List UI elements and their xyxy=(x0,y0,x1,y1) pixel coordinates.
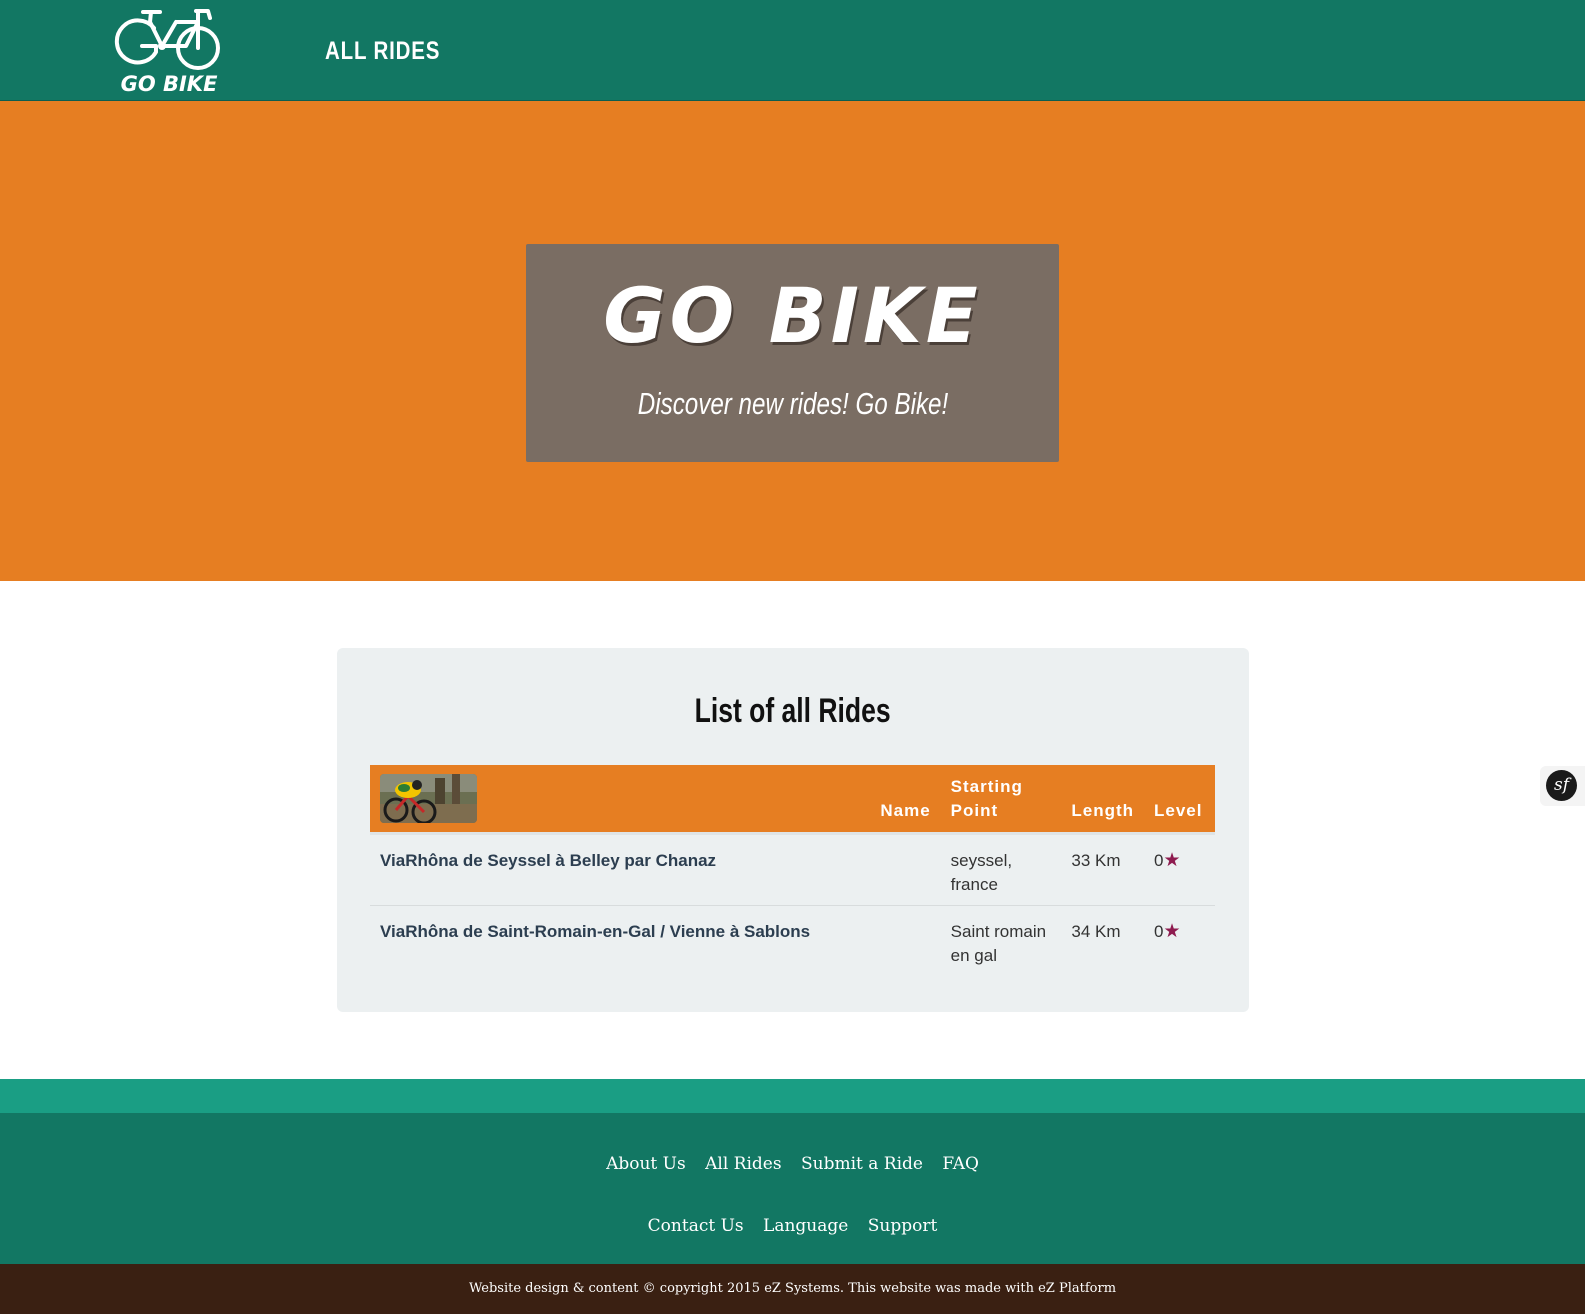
nav-all-rides[interactable]: ALL RIDES xyxy=(325,34,440,68)
ride-name-cell: ViaRhôna de Saint-Romain-en-Gal / Vienne… xyxy=(370,905,941,976)
ride-starting-point: Saint romain en gal xyxy=(941,905,1062,976)
rides-table: Name Starting Point Length Level ViaRhôna… xyxy=(370,765,1215,976)
column-header-starting-point-line1: Starting xyxy=(950,776,1023,796)
ride-starting-point-line1: seyssel, xyxy=(950,850,1013,870)
table-row[interactable]: ViaRhôna de Seyssel à Belley par Chanaz … xyxy=(370,833,1215,905)
hero-banner: GO BIKE Discover new rides! Go Bike! xyxy=(0,101,1585,581)
ride-photo-thumbnail xyxy=(380,774,477,824)
star-icon: ★ xyxy=(1163,849,1181,871)
site-header: GO BIKE ALL RIDES xyxy=(0,0,1585,101)
copyright-text: Website design & content © copyright 201… xyxy=(468,1281,1117,1296)
column-header-starting-point[interactable]: Starting Point xyxy=(940,765,1062,835)
table-header-row: Name Starting Point Length Level xyxy=(370,765,1215,835)
bicycle-icon xyxy=(114,9,220,70)
ride-starting-point-line1: Saint romain xyxy=(950,921,1047,941)
header-image-cell xyxy=(370,765,690,835)
page-title: List of all Rides xyxy=(337,690,1249,732)
ride-length: 33 Km xyxy=(1071,850,1121,870)
symfony-toolbar-toggle[interactable]: sf xyxy=(1540,766,1585,806)
footer-link-contact-us[interactable]: Contact Us xyxy=(648,1216,744,1236)
footer-link-support[interactable]: Support xyxy=(868,1216,938,1236)
site-footer: About Us All Rides Submit a Ride FAQ Con… xyxy=(0,1113,1585,1264)
hero-tagline-text: Discover new rides! Go Bike! xyxy=(637,386,948,421)
ride-name-link[interactable]: ViaRhôna de Saint-Romain-en-Gal / Vienne… xyxy=(380,922,810,941)
ride-starting-point-line2: france xyxy=(950,874,998,894)
table-row[interactable]: ViaRhôna de Saint-Romain-en-Gal / Vienne… xyxy=(370,905,1215,976)
ride-starting-point-line2: en gal xyxy=(950,945,997,965)
site-logo[interactable]: GO BIKE xyxy=(110,6,225,96)
column-header-length[interactable]: Length xyxy=(1061,765,1145,835)
footer-link-language[interactable]: Language xyxy=(763,1216,848,1236)
footer-links-secondary: Contact Us Language Support xyxy=(0,1215,1585,1237)
footer-links-primary: About Us All Rides Submit a Ride FAQ xyxy=(0,1153,1585,1175)
star-icon: ★ xyxy=(1163,920,1181,942)
ride-level: 0★ xyxy=(1144,905,1215,976)
column-header-starting-point-line2: Point xyxy=(950,800,999,820)
ride-length: 34 Km xyxy=(1071,921,1121,941)
ride-name-link[interactable]: ViaRhôna de Seyssel à Belley par Chanaz xyxy=(380,851,716,870)
ride-level: 0★ xyxy=(1144,833,1215,905)
ride-starting-point: seyssel, france xyxy=(941,833,1062,905)
footer-link-faq[interactable]: FAQ xyxy=(942,1154,979,1174)
hero-box: GO BIKE Discover new rides! Go Bike! xyxy=(526,244,1059,462)
page-title-text: List of all Rides xyxy=(694,692,891,730)
column-header-name[interactable]: Name xyxy=(689,765,941,835)
hero-title: GO BIKE xyxy=(603,271,982,360)
footer-link-about-us[interactable]: About Us xyxy=(606,1154,686,1174)
symfony-icon: sf xyxy=(1546,770,1577,801)
copyright-bar: Website design & content © copyright 201… xyxy=(0,1264,1585,1314)
logo-wordmark: GO BIKE xyxy=(120,72,218,96)
column-header-level[interactable]: Level xyxy=(1144,765,1215,835)
hero-tagline: Discover new rides! Go Bike! xyxy=(526,384,1059,424)
footer-stripe xyxy=(0,1079,1585,1113)
ride-name-cell: ViaRhôna de Seyssel à Belley par Chanaz xyxy=(370,833,941,905)
footer-link-submit-ride[interactable]: Submit a Ride xyxy=(801,1154,923,1174)
rides-panel: List of all Rides Name Starting Point Le… xyxy=(337,648,1249,1012)
footer-link-all-rides[interactable]: All Rides xyxy=(705,1154,781,1174)
